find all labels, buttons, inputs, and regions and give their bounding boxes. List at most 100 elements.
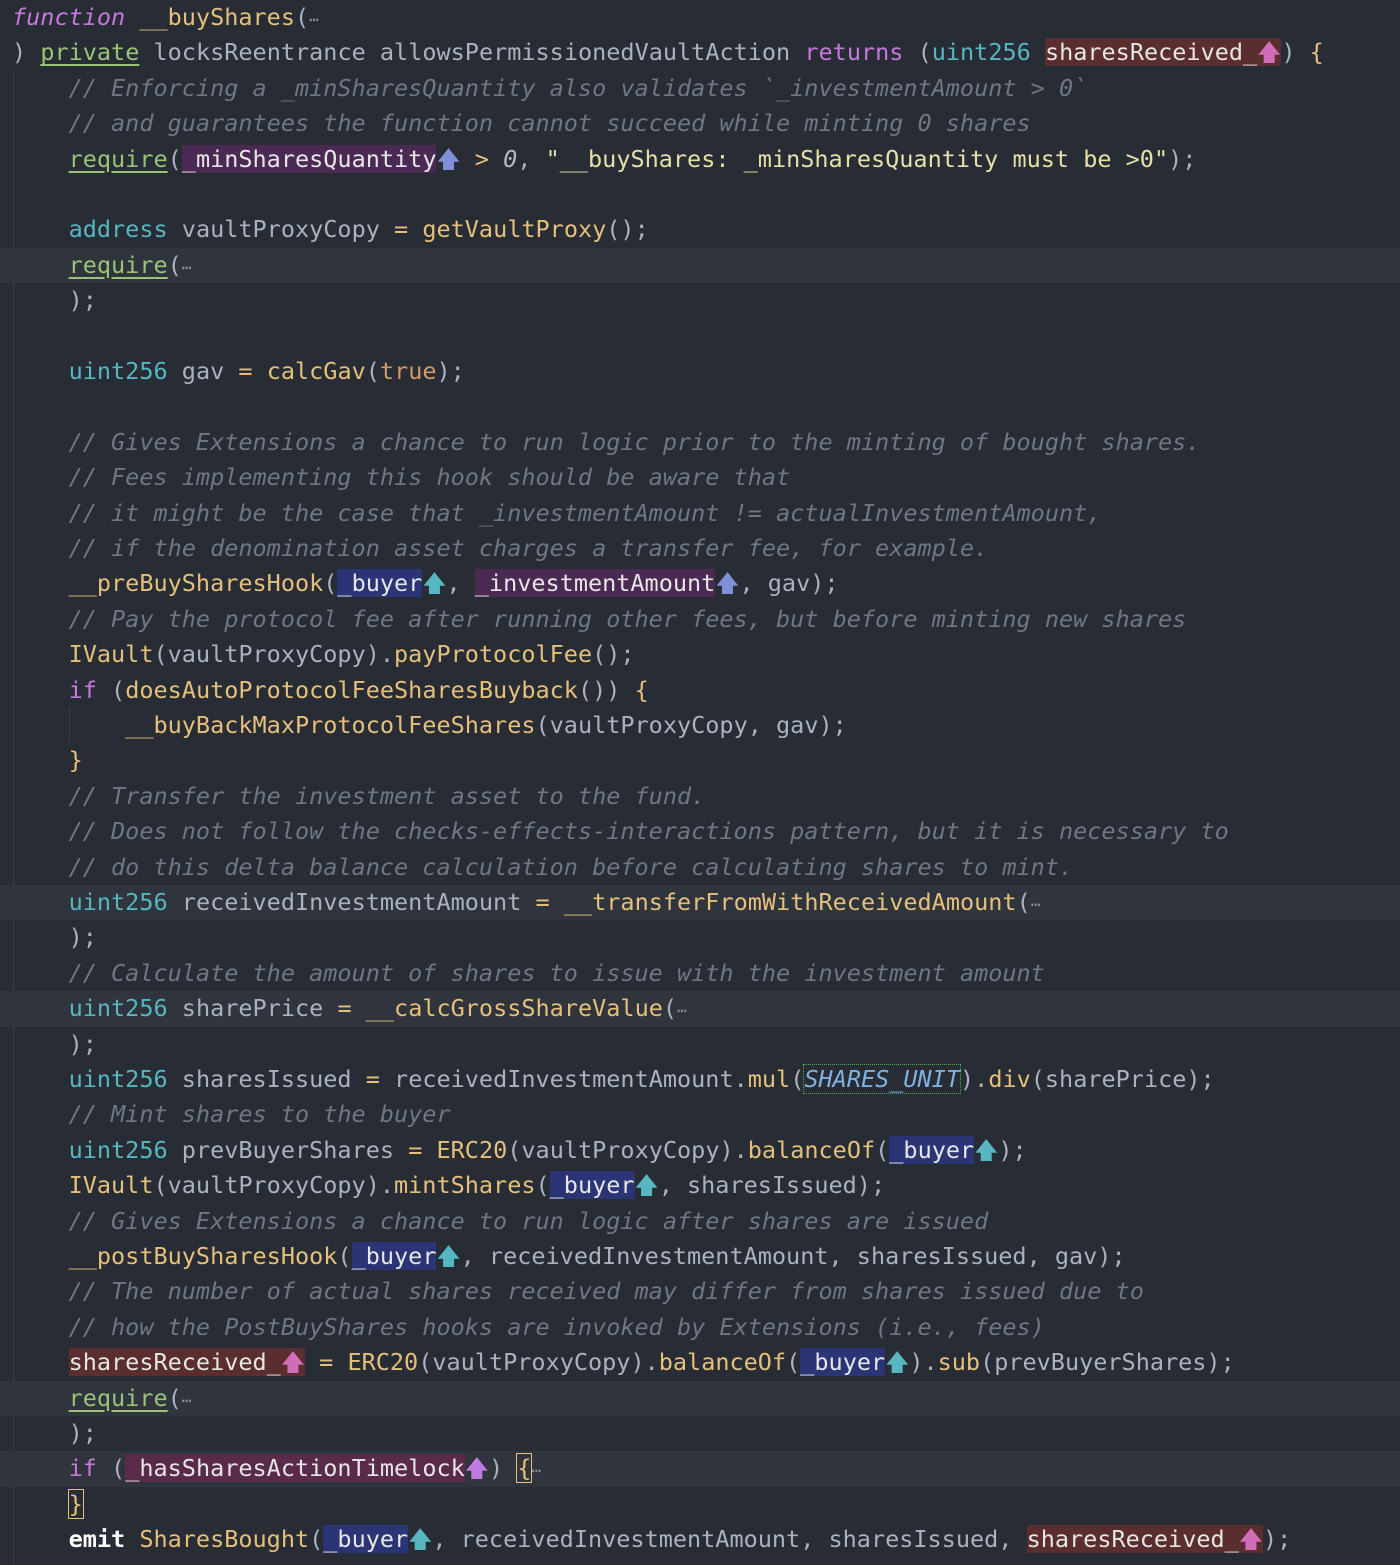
paren: ( (875, 1135, 890, 1164)
return-var-highlight[interactable]: sharesReceived_🡅 (1044, 38, 1282, 67)
param-highlight[interactable]: _buyer (337, 569, 423, 598)
class-name[interactable]: IVault (69, 640, 154, 668)
bool-literal: true (379, 357, 437, 385)
args-tail: , receivedInvestmentAmount, sharesIssued… (460, 1242, 1126, 1270)
require-call[interactable]: require (69, 145, 168, 173)
var-name: sharePrice (181, 994, 324, 1023)
function-call[interactable]: calcGav (267, 357, 366, 385)
paren: ( (337, 1242, 352, 1270)
code-line-if-auto[interactable]: if (doesAutoProtocolFeeSharesBuyback()) … (0, 673, 1400, 708)
code-line-emit[interactable]: emit SharesBought(_buyer🡅, receivedInves… (0, 1522, 1400, 1557)
code-line-shares-issued[interactable]: uint256 sharesIssued = receivedInvestmen… (0, 1062, 1400, 1097)
code-line-comment: // and guarantees the function cannot su… (0, 106, 1400, 141)
code-line-posthook[interactable]: __postBuySharesHook(_buyer🡅, receivedInv… (0, 1239, 1400, 1274)
return-var-highlight[interactable]: sharesReceived_🡅 (1026, 1525, 1263, 1554)
function-call[interactable]: doesAutoProtocolFeeSharesBuyback (125, 676, 578, 704)
code-line-payfee[interactable]: IVault(vaultProxyCopy).payProtocolFee(); (0, 637, 1400, 672)
param-highlight[interactable]: _buyer (549, 1171, 635, 1200)
paren: ). (960, 1065, 989, 1093)
param-highlight[interactable]: _hasSharesActionTimelock (125, 1454, 465, 1483)
function-call[interactable]: __buyBackMaxProtocolFeeShares (125, 711, 535, 739)
paren: ); (68, 923, 97, 952)
operator: = (238, 357, 253, 385)
comment: // Gives Extensions a chance to run logi… (68, 1206, 989, 1235)
code-line-require[interactable]: require(_minSharesQuantity🡅 > 0, "__buyS… (0, 142, 1400, 177)
fold-ellipsis-icon[interactable]: ⋯ (1031, 895, 1041, 914)
param-highlight[interactable]: _buyer (351, 1242, 437, 1270)
code-line-if-timelock[interactable]: if (_hasSharesActionTimelock🡅) {⋯ (0, 1451, 1400, 1487)
fold-ellipsis-icon[interactable]: ⋯ (677, 1001, 687, 1020)
param-name: _minSharesQuantity (181, 144, 437, 173)
code-line-mint[interactable]: IVault(vaultProxyCopy).mintShares(_buyer… (0, 1168, 1400, 1203)
code-line-assign-received[interactable]: sharesReceived_🡅 = ERC20(vaultProxyCopy)… (0, 1345, 1400, 1380)
function-call[interactable]: __calcGrossShareValue (366, 994, 663, 1022)
code-line-gav[interactable]: uint256 gav = calcGav(true); (0, 354, 1400, 389)
modifier-allows-permissioned[interactable]: allowsPermissionedVaultAction (380, 38, 790, 66)
var-name: vaultProxyCopy (181, 215, 380, 244)
param-highlight[interactable]: _buyer (889, 1135, 975, 1164)
fold-ellipsis-icon[interactable]: ⋯ (182, 1391, 192, 1410)
return-var-highlight[interactable]: sharesReceived_🡅 (68, 1348, 305, 1377)
args-tail: , sharesIssued); (658, 1171, 886, 1200)
modifier-private[interactable]: private (40, 38, 139, 66)
class-name[interactable]: IVault (69, 1171, 154, 1199)
function-name[interactable]: __buyShares (139, 3, 295, 31)
param-name: _buyer (351, 1242, 437, 1270)
code-line-modifiers[interactable]: ) private locksReentrance allowsPermissi… (0, 35, 1400, 70)
comma: , (446, 569, 475, 598)
constant-ref[interactable]: SHARES_UNIT (803, 1064, 962, 1094)
type-uint256: uint256 (68, 357, 168, 385)
code-line-prev-shares[interactable]: uint256 prevBuyerShares = ERC20(vaultPro… (0, 1133, 1400, 1168)
modifier-locks-reentrance[interactable]: locksReentrance (154, 38, 366, 66)
function-call[interactable]: payProtocolFee (394, 640, 592, 668)
comment: // it might be the case that _investment… (68, 498, 1102, 527)
code-line-require-folded[interactable]: require(⋯ (0, 1380, 1400, 1416)
class-name[interactable]: ERC20 (347, 1348, 418, 1376)
function-call[interactable]: mul (748, 1065, 790, 1093)
function-call[interactable]: __transferFromWithReceivedAmount (564, 888, 1017, 916)
paren: ) (1281, 38, 1296, 67)
function-call[interactable]: getVaultProxy (422, 215, 606, 243)
require-call[interactable]: require (69, 1384, 168, 1412)
param-highlight[interactable]: _buyer (800, 1348, 886, 1377)
function-call[interactable]: __postBuySharesHook (69, 1242, 338, 1270)
function-call[interactable]: __preBuySharesHook (69, 569, 324, 597)
function-call[interactable]: div (988, 1065, 1030, 1093)
comment: // if the denomination asset charges a t… (68, 534, 989, 562)
param-highlight[interactable]: _minSharesQuantity (181, 144, 437, 173)
function-call[interactable]: balanceOf (659, 1348, 786, 1376)
paren: ( (1016, 888, 1031, 916)
code-line-close: ); (0, 920, 1400, 955)
function-call[interactable]: balanceOf (748, 1136, 875, 1164)
param-highlight[interactable]: _buyer (323, 1525, 409, 1554)
code-line-function-decl[interactable]: function __buyShares(⋯ (0, 0, 1400, 35)
keyword-emit: emit (68, 1525, 126, 1554)
code-line-vault-proxy[interactable]: address vaultProxyCopy = getVaultProxy()… (0, 212, 1400, 247)
fold-ellipsis-icon[interactable]: ⋯ (182, 258, 192, 277)
paren: ( (323, 569, 338, 598)
code-line-prehook[interactable]: __preBuySharesHook(_buyer🡅, _investmentA… (0, 566, 1400, 601)
paren: ) (12, 38, 27, 67)
paren: ( (309, 1525, 324, 1554)
fold-ellipsis-icon[interactable]: ⋯ (309, 10, 319, 29)
function-call[interactable]: sub (938, 1348, 980, 1376)
operator: = (535, 888, 550, 916)
comment: // Pay the protocol fee after running ot… (68, 604, 1187, 633)
require-call[interactable]: require (69, 251, 168, 279)
function-call[interactable]: mintShares (394, 1171, 535, 1199)
args-tail: , gav); (739, 569, 839, 598)
fold-ellipsis-icon[interactable]: ⋯ (531, 1461, 541, 1480)
param-highlight[interactable]: _investmentAmount (474, 569, 716, 598)
operator: = (337, 994, 352, 1023)
var-name: gav (181, 357, 225, 385)
code-line-require-folded[interactable]: require(⋯ (0, 247, 1400, 284)
paren: ); (998, 1135, 1027, 1164)
code-line-received-amount[interactable]: uint256 receivedInvestmentAmount = __tra… (0, 885, 1400, 921)
event-name[interactable]: SharesBought (139, 1525, 309, 1553)
class-name[interactable]: ERC20 (437, 1136, 508, 1164)
code-line-share-price[interactable]: uint256 sharePrice = __calcGrossShareVal… (0, 991, 1400, 1027)
code-line-comment: // The number of actual shares received … (0, 1274, 1400, 1309)
brace: { (1309, 38, 1324, 67)
code-editor[interactable]: function __buyShares(⋯ ) private locksRe… (0, 0, 1400, 1565)
code-line-buyback[interactable]: __buyBackMaxProtocolFeeShares(vaultProxy… (0, 708, 1400, 743)
